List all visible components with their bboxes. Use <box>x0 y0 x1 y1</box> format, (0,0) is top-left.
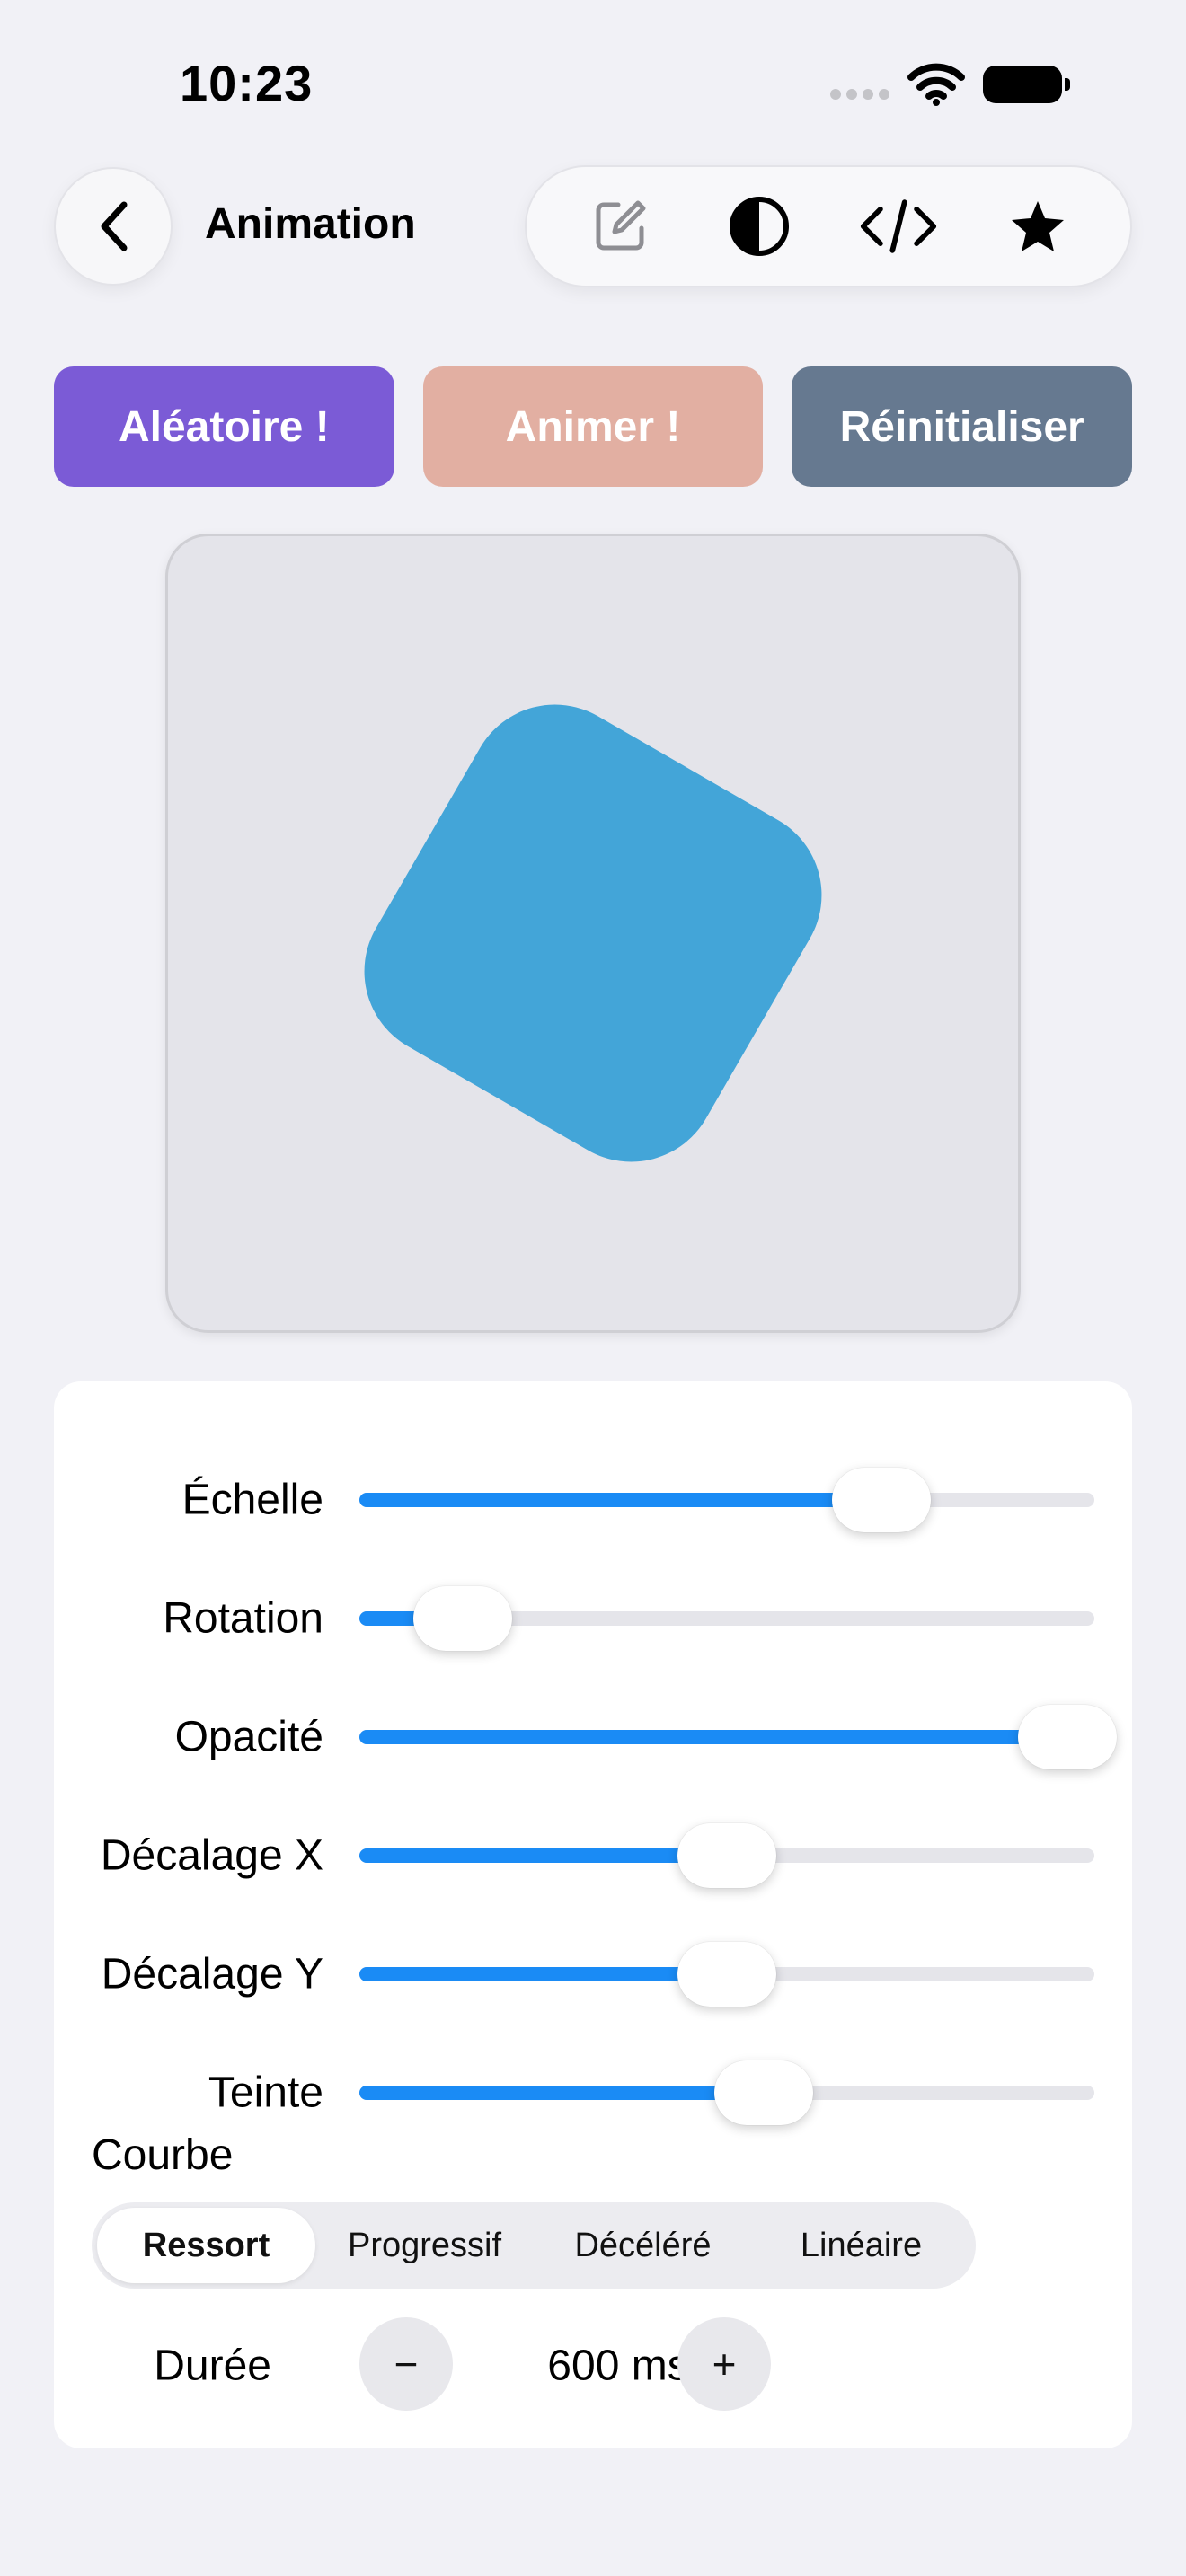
code-icon <box>860 199 936 253</box>
status-time: 10:23 <box>180 55 314 111</box>
chevron-left-icon <box>101 201 128 251</box>
slider-row-opacity: Opacité <box>54 1697 1132 1778</box>
slider-row-offset-x: Décalage X <box>54 1815 1132 1896</box>
action-buttons: Aléatoire ! Animer ! Réinitialiser <box>54 366 1133 487</box>
hue-slider[interactable] <box>359 2060 1094 2125</box>
screen: 10:23 Animation Aléatoire ! Animer ! Réi… <box>0 0 1186 2576</box>
slider-row-offset-y: Décalage Y <box>54 1934 1132 2015</box>
slider-thumb[interactable] <box>677 1823 776 1888</box>
back-button[interactable] <box>54 167 173 286</box>
decrement-button[interactable]: − <box>359 2317 453 2411</box>
star-icon <box>1011 201 1064 251</box>
curve-picker: Ressort Progressif Décéléré Linéaire <box>92 2202 976 2289</box>
slider-fill <box>359 1848 727 1863</box>
status-icons <box>830 63 1070 106</box>
slider-thumb[interactable] <box>713 2060 813 2125</box>
edit-button[interactable] <box>580 186 660 267</box>
page-title: Animation <box>205 200 416 248</box>
battery-icon <box>983 66 1070 103</box>
curve-option-ease-out[interactable]: Décéléré <box>534 2208 752 2283</box>
slider-row-hue: Teinte <box>54 2052 1132 2133</box>
duration-value: 600 ms <box>547 2342 689 2390</box>
slider-label: Décalage Y <box>101 1950 323 1998</box>
wifi-icon <box>907 63 965 106</box>
edit-icon <box>596 200 645 251</box>
offset-x-slider[interactable] <box>359 1823 1094 1888</box>
animated-shape <box>332 673 854 1194</box>
curve-option-ease-in[interactable]: Progressif <box>315 2208 534 2283</box>
cellular-icon <box>830 89 890 100</box>
slider-label: Opacité <box>174 1713 323 1761</box>
contrast-icon <box>729 197 789 256</box>
increment-button[interactable]: + <box>677 2317 771 2411</box>
slider-thumb[interactable] <box>677 1942 776 2007</box>
opacity-slider[interactable] <box>359 1705 1117 1769</box>
reset-button[interactable]: Réinitialiser <box>792 366 1133 487</box>
slider-fill <box>359 1493 881 1507</box>
slider-label: Décalage X <box>100 1831 323 1880</box>
curve-option-linear[interactable]: Linéaire <box>752 2208 970 2283</box>
rotation-slider[interactable] <box>359 1586 1094 1651</box>
preview-canvas <box>165 534 1021 1333</box>
slider-fill <box>359 1967 727 1981</box>
curve-label: Courbe <box>92 2131 234 2179</box>
slider-fill <box>359 2086 764 2100</box>
favorite-button[interactable] <box>997 186 1078 267</box>
slider-label: Teinte <box>208 2069 323 2117</box>
toolbar <box>525 165 1132 287</box>
slider-thumb[interactable] <box>1018 1705 1117 1769</box>
animate-button[interactable]: Animer ! <box>422 366 764 487</box>
slider-row-scale: Échelle <box>54 1460 1132 1540</box>
slider-fill <box>359 1730 1067 1744</box>
slider-label: Rotation <box>163 1594 323 1643</box>
slider-row-rotation: Rotation <box>54 1578 1132 1659</box>
curve-option-spring[interactable]: Ressort <box>97 2208 315 2283</box>
offset-y-slider[interactable] <box>359 1942 1094 2007</box>
duration-row: Durée − 600 ms + <box>54 2317 1132 2414</box>
scale-slider[interactable] <box>359 1468 1094 1532</box>
duration-label: Durée <box>154 2342 271 2390</box>
contrast-button[interactable] <box>719 186 800 267</box>
slider-thumb[interactable] <box>831 1468 931 1532</box>
random-button[interactable]: Aléatoire ! <box>54 366 394 487</box>
slider-thumb[interactable] <box>412 1586 512 1651</box>
slider-label: Échelle <box>181 1476 323 1524</box>
code-button[interactable] <box>858 186 939 267</box>
